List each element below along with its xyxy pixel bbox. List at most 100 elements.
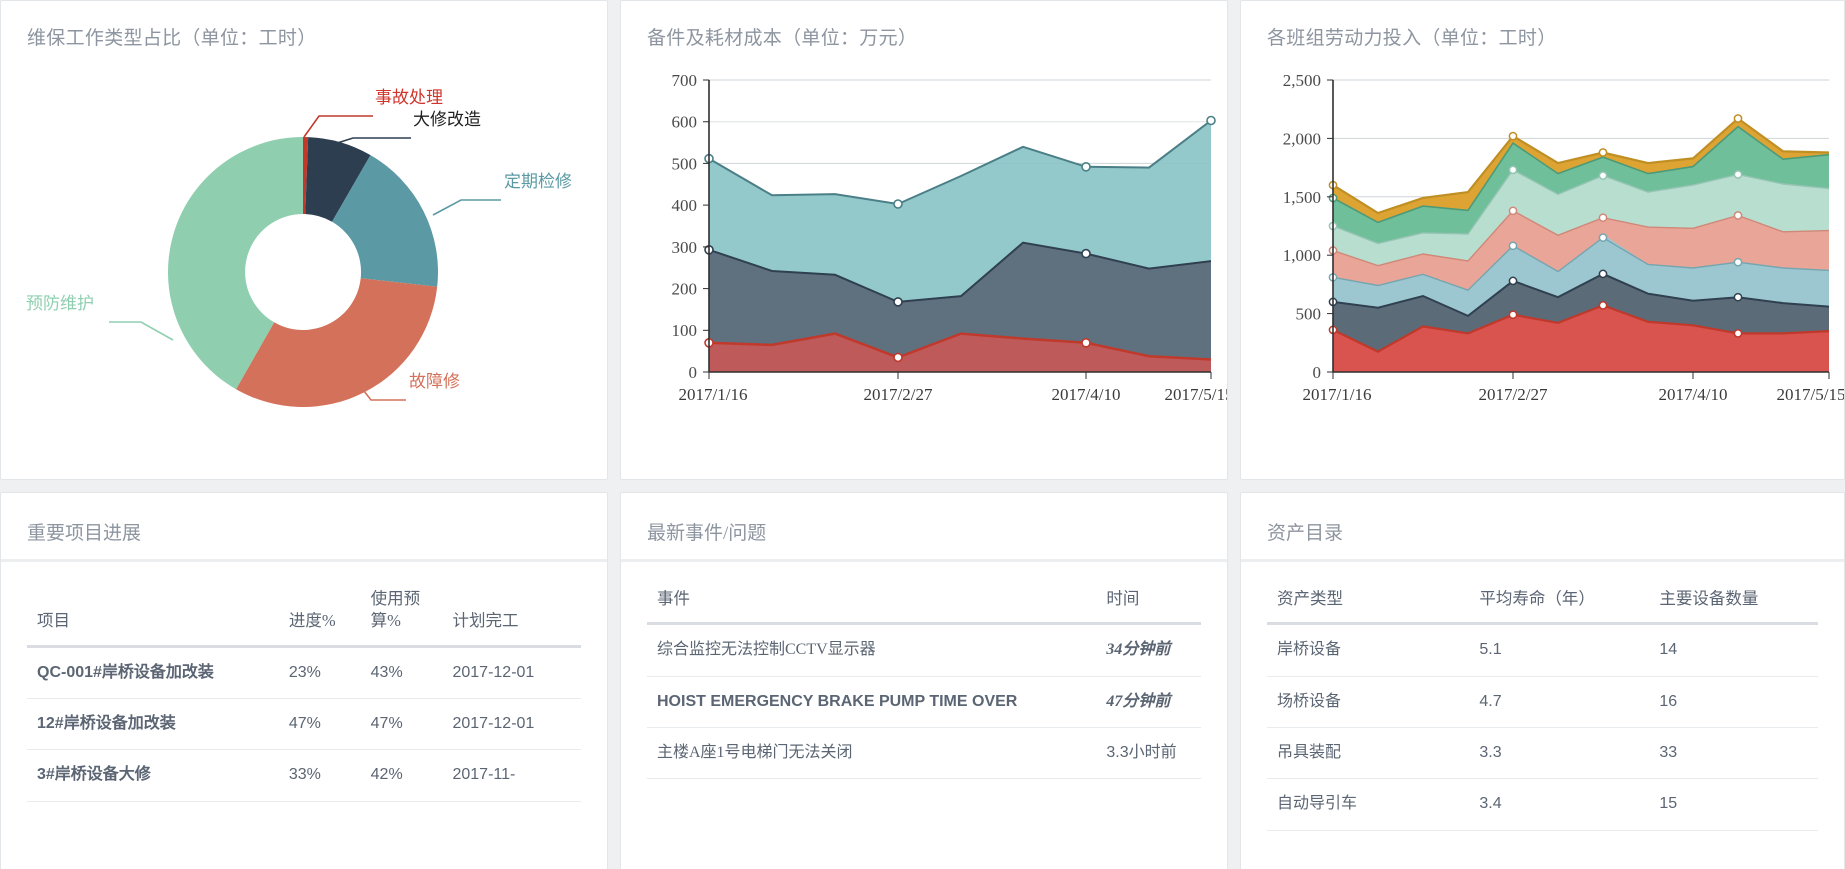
donut-chart[interactable]: 事故处理 大修改造 定期检修 故障修 预防维护 <box>1 50 608 480</box>
leader-line-preventive <box>109 322 173 340</box>
cost-ytick-100: 100 <box>672 321 698 340</box>
project-budget: 43% <box>361 646 443 698</box>
project-progress: 47% <box>279 698 361 749</box>
projects-table-body: QC-001#岸桥设备加改装 23% 43% 2017-12-01 12#岸桥设… <box>27 646 581 801</box>
cost-ytick-600: 600 <box>672 113 698 132</box>
cost-y-ticks: 0 100 200 300 400 500 600 700 <box>672 71 710 382</box>
asset-count: 14 <box>1649 624 1818 676</box>
asset-count: 16 <box>1649 676 1818 727</box>
events-table-body: 综合监控无法控制CCTV显示器 34分钟前 HOIST EMERGENCY BR… <box>647 624 1201 779</box>
card-latest-events: 最新事件/问题 事件 时间 综合监控无法控制CCTV显示器 34分钟前 <box>620 492 1228 869</box>
labor-xtick-0: 2017/1/16 <box>1303 385 1372 404</box>
labor-x-ticks: 2017/1/16 2017/2/27 2017/4/10 2017/5/15 <box>1303 372 1845 404</box>
event-time: 34分钟前 <box>1096 624 1201 676</box>
card-spare-parts-cost: 备件及耗材成本（单位：万元） <box>620 0 1228 480</box>
projects-col-name: 项目 <box>27 562 279 646</box>
labor-chart-title: 各班组劳动力投入（单位：工时） <box>1241 1 1844 50</box>
table-row[interactable]: QC-001#岸桥设备加改装 23% 43% 2017-12-01 <box>27 646 581 698</box>
donut-label-breakdown: 故障修 <box>409 367 460 392</box>
events-panel-title: 最新事件/问题 <box>621 493 1227 562</box>
card-key-projects: 重要项目进展 项目 进度% 使用预算% 计划完工 QC-001#岸桥设备加改装 <box>0 492 608 869</box>
cost-xtick-2: 2017/4/10 <box>1052 385 1121 404</box>
event-time: 47分钟前 <box>1096 676 1201 727</box>
leader-line-accident <box>304 116 373 137</box>
labor-ytick-2000: 2,000 <box>1283 129 1321 148</box>
assets-col-count: 主要设备数量 <box>1649 562 1818 624</box>
event-time: 3.3小时前 <box>1096 728 1201 779</box>
project-progress: 33% <box>279 750 361 801</box>
asset-life: 4.7 <box>1469 676 1649 727</box>
leader-line-scheduled <box>433 200 501 215</box>
table-row[interactable]: 岸桥设备 5.1 14 <box>1267 624 1818 676</box>
cost-ytick-300: 300 <box>672 238 698 257</box>
table-row[interactable]: 12#岸桥设备加改装 47% 47% 2017-12-01 <box>27 698 581 749</box>
donut-label-preventive: 预防维护 <box>26 289 94 314</box>
project-due: 2017-11- <box>442 750 581 801</box>
labor-chart-svg: 0 500 1,000 1,500 2,000 2,500 2017/1/16 … <box>1241 50 1845 450</box>
events-col-event: 事件 <box>647 562 1096 624</box>
asset-life: 5.1 <box>1469 624 1649 676</box>
slice-breakdown[interactable] <box>236 278 437 407</box>
cost-ytick-0: 0 <box>689 363 698 382</box>
table-row[interactable]: 场桥设备 4.7 16 <box>1267 676 1818 727</box>
cost-xtick-1: 2017/2/27 <box>864 385 933 404</box>
card-work-type-donut: 维保工作类型占比（单位：工时） <box>0 0 608 480</box>
asset-count: 15 <box>1649 779 1818 830</box>
projects-header-row: 项目 进度% 使用预算% 计划完工 <box>27 562 581 646</box>
cost-ytick-200: 200 <box>672 280 698 299</box>
table-row[interactable]: 吊具装配 3.3 33 <box>1267 728 1818 779</box>
project-budget: 47% <box>361 698 443 749</box>
cost-ytick-700: 700 <box>672 71 698 90</box>
cost-ytick-400: 400 <box>672 196 698 215</box>
assets-col-life: 平均寿命（年） <box>1469 562 1649 624</box>
cost-chart-title: 备件及耗材成本（单位：万元） <box>621 1 1227 50</box>
projects-table: 项目 进度% 使用预算% 计划完工 QC-001#岸桥设备加改装 23% 43%… <box>27 562 581 802</box>
projects-table-scroll[interactable]: 项目 进度% 使用预算% 计划完工 QC-001#岸桥设备加改装 23% 43%… <box>1 562 607 869</box>
labor-xtick-1: 2017/2/27 <box>1479 385 1548 404</box>
assets-table-scroll[interactable]: 资产类型 平均寿命（年） 主要设备数量 岸桥设备 5.1 14 场桥设备 <box>1241 562 1844 869</box>
asset-type: 岸桥设备 <box>1267 624 1469 676</box>
project-progress: 23% <box>279 646 361 698</box>
project-name: QC-001#岸桥设备加改装 <box>27 646 279 698</box>
donut-label-scheduled: 定期检修 <box>504 167 572 192</box>
table-row[interactable]: 自动导引车 3.4 15 <box>1267 779 1818 830</box>
labor-xtick-3: 2017/5/15 <box>1777 385 1845 404</box>
labor-ytick-2500: 2,500 <box>1283 71 1321 90</box>
cost-xtick-3: 2017/5/15 <box>1165 385 1228 404</box>
table-row[interactable]: HOIST EMERGENCY BRAKE PUMP TIME OVER 47分… <box>647 676 1201 727</box>
cost-xtick-0: 2017/1/16 <box>679 385 748 404</box>
assets-table-body: 岸桥设备 5.1 14 场桥设备 4.7 16 吊具装配 3.3 33 <box>1267 624 1818 831</box>
projects-panel-title: 重要项目进展 <box>1 493 607 562</box>
cost-chart-svg: 0 100 200 300 400 500 600 700 <box>621 50 1228 450</box>
project-name: 3#岸桥设备大修 <box>27 750 279 801</box>
assets-header-row: 资产类型 平均寿命（年） 主要设备数量 <box>1267 562 1818 624</box>
labor-ytick-1000: 1,000 <box>1283 246 1321 265</box>
assets-panel-title: 资产目录 <box>1241 493 1844 562</box>
projects-col-budget: 使用预算% <box>361 562 443 646</box>
asset-life: 3.4 <box>1469 779 1649 830</box>
cost-chart[interactable]: 0 100 200 300 400 500 600 700 <box>621 50 1227 480</box>
projects-table-head: 项目 进度% 使用预算% 计划完工 <box>27 562 581 646</box>
card-team-labor: 各班组劳动力投入（单位：工时） <box>1240 0 1845 480</box>
labor-y-ticks: 0 500 1,000 1,500 2,000 2,500 <box>1283 71 1333 382</box>
events-table-scroll[interactable]: 事件 时间 综合监控无法控制CCTV显示器 34分钟前 HOIST EMERGE… <box>621 562 1227 869</box>
asset-type: 吊具装配 <box>1267 728 1469 779</box>
donut-chart-svg <box>1 50 608 470</box>
asset-type: 自动导引车 <box>1267 779 1469 830</box>
event-name: 主楼A座1号电梯门无法关闭 <box>647 728 1096 779</box>
donut-chart-title: 维保工作类型占比（单位：工时） <box>1 1 607 50</box>
table-row[interactable]: 3#岸桥设备大修 33% 42% 2017-11- <box>27 750 581 801</box>
event-name: 综合监控无法控制CCTV显示器 <box>647 624 1096 676</box>
donut-label-overhaul: 大修改造 <box>413 105 481 130</box>
labor-chart[interactable]: 0 500 1,000 1,500 2,000 2,500 2017/1/16 … <box>1241 50 1844 480</box>
assets-col-type: 资产类型 <box>1267 562 1469 624</box>
labor-ytick-1500: 1,500 <box>1283 188 1321 207</box>
asset-count: 33 <box>1649 728 1818 779</box>
cost-x-ticks: 2017/1/16 2017/2/27 2017/4/10 2017/5/15 <box>679 372 1228 404</box>
cost-ytick-500: 500 <box>672 154 698 173</box>
table-row[interactable]: 综合监控无法控制CCTV显示器 34分钟前 <box>647 624 1201 676</box>
table-row[interactable]: 主楼A座1号电梯门无法关闭 3.3小时前 <box>647 728 1201 779</box>
card-asset-catalog: 资产目录 资产类型 平均寿命（年） 主要设备数量 岸桥设备 5.1 <box>1240 492 1845 869</box>
labor-ytick-0: 0 <box>1313 363 1322 382</box>
labor-xtick-2: 2017/4/10 <box>1659 385 1728 404</box>
